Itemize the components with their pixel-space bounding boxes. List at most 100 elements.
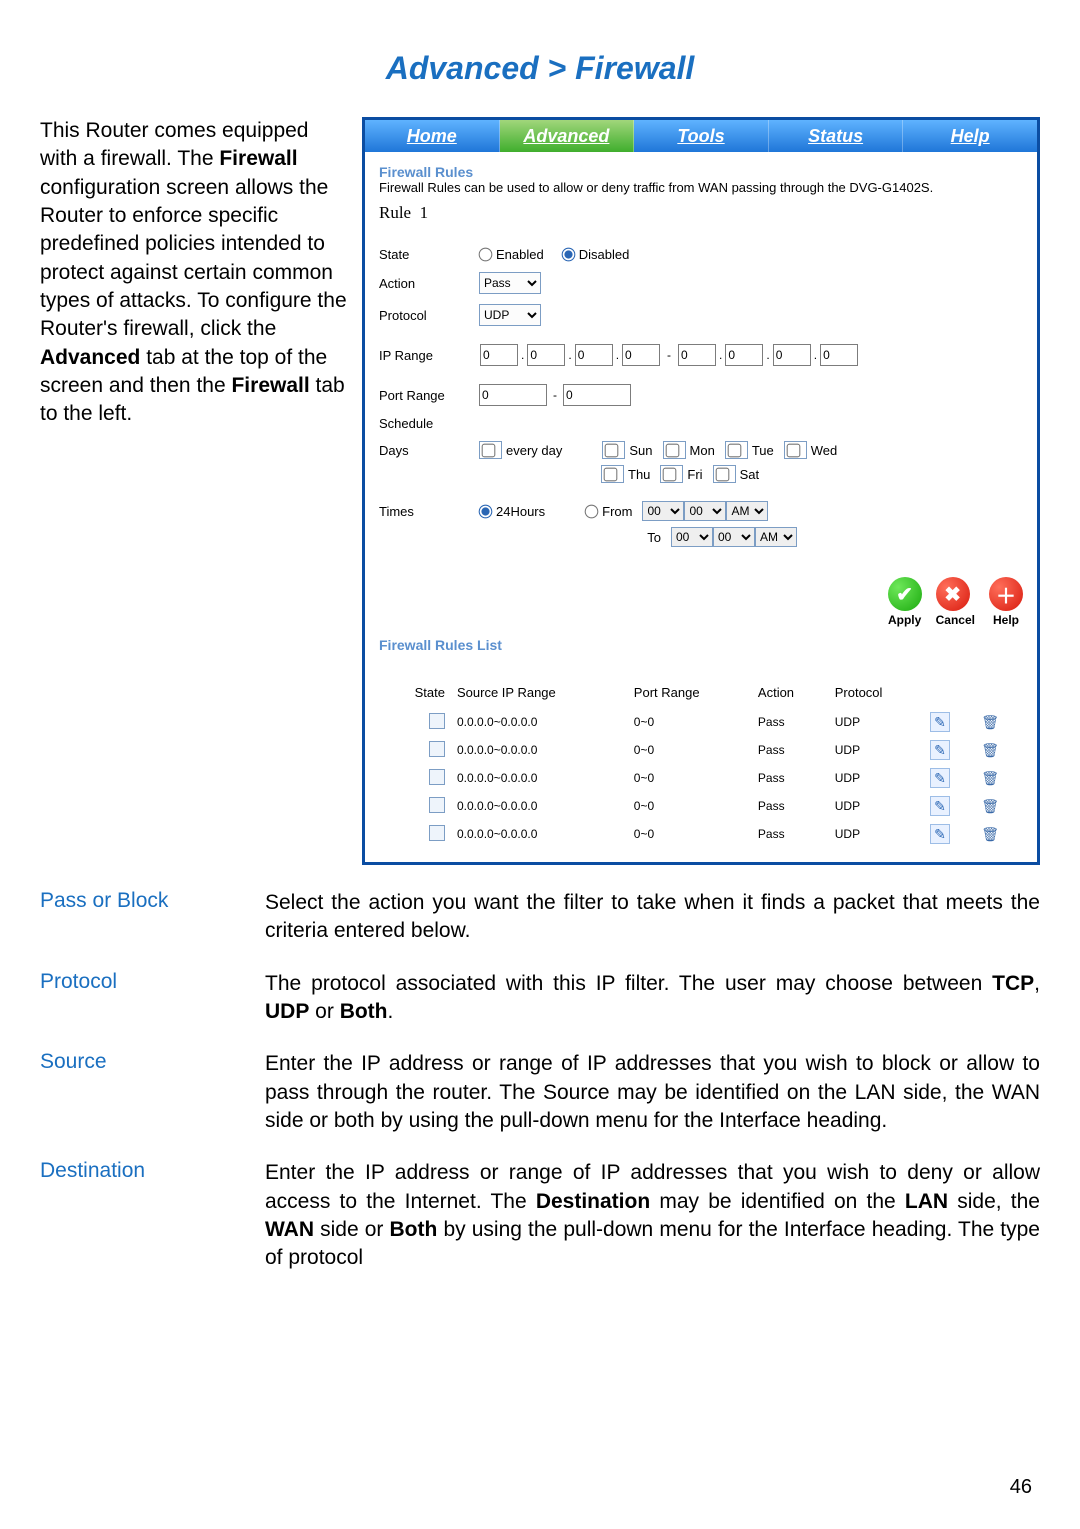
state-label: State bbox=[379, 247, 479, 262]
ip-range-label: IP Range bbox=[379, 348, 479, 363]
rule-label-row: Rule 1 bbox=[379, 203, 1023, 223]
apply-button[interactable]: ✔ Apply bbox=[888, 577, 922, 627]
intro-text: This Router comes equipped with a firewa… bbox=[40, 117, 350, 429]
ip-a4[interactable] bbox=[622, 344, 660, 366]
state-enabled-radio[interactable] bbox=[479, 248, 493, 262]
cancel-button[interactable]: ✖ Cancel bbox=[936, 577, 975, 627]
rules-list-heading: Firewall Rules List bbox=[379, 637, 1023, 653]
term-pass: Pass or Block bbox=[40, 889, 265, 946]
day-fri: Fri bbox=[687, 467, 702, 482]
page-number: 46 bbox=[1010, 1476, 1032, 1499]
row-ip: 0.0.0.0~0.0.0.0 bbox=[451, 736, 628, 764]
times-24h-radio[interactable] bbox=[479, 504, 493, 518]
page-title: Advanced > Firewall bbox=[40, 50, 1040, 87]
col-action: Action bbox=[752, 681, 829, 708]
row-state-checkbox[interactable] bbox=[429, 825, 445, 841]
ip-b1[interactable] bbox=[678, 344, 716, 366]
day-sat-checkbox[interactable] bbox=[715, 467, 729, 481]
col-state: State bbox=[379, 681, 451, 708]
row-action: Pass bbox=[752, 820, 829, 848]
help-button[interactable]: ＋ Help bbox=[989, 577, 1023, 627]
row-port: 0~0 bbox=[628, 708, 752, 736]
body-pass: Select the action you want the filter to… bbox=[265, 889, 1040, 946]
trash-icon[interactable]: 🗑 bbox=[981, 769, 999, 787]
day-thu-checkbox[interactable] bbox=[604, 467, 618, 481]
from-mm[interactable]: 00 bbox=[684, 501, 726, 521]
times-to-text: To bbox=[617, 530, 661, 545]
day-mon-checkbox[interactable] bbox=[665, 443, 679, 457]
ip-a3[interactable] bbox=[575, 344, 613, 366]
ip-a2[interactable] bbox=[527, 344, 565, 366]
protocol-select[interactable]: UDP bbox=[479, 304, 541, 326]
firewall-rules-desc: Firewall Rules can be used to allow or d… bbox=[379, 180, 1023, 195]
edit-icon[interactable]: ✎ bbox=[930, 740, 950, 760]
edit-icon[interactable]: ✎ bbox=[930, 824, 950, 844]
action-select[interactable]: Pass bbox=[479, 272, 541, 294]
tab-home[interactable]: Home bbox=[365, 120, 500, 152]
edit-icon[interactable]: ✎ bbox=[930, 796, 950, 816]
tab-help[interactable]: Help bbox=[903, 120, 1037, 152]
ip-b3[interactable] bbox=[773, 344, 811, 366]
intro-bold: Firewall bbox=[219, 147, 297, 170]
times-24h-option[interactable]: 24Hours bbox=[479, 504, 545, 519]
term-protocol: Protocol bbox=[40, 970, 265, 1027]
action-label: Action bbox=[379, 276, 479, 291]
day-fri-checkbox[interactable] bbox=[663, 467, 677, 481]
trash-icon[interactable]: 🗑 bbox=[981, 797, 999, 815]
edit-icon[interactable]: ✎ bbox=[930, 768, 950, 788]
protocol-label: Protocol bbox=[379, 308, 479, 323]
tab-status[interactable]: Status bbox=[769, 120, 904, 152]
body-destination: Enter the IP address or range of IP addr… bbox=[265, 1159, 1040, 1272]
port-from[interactable] bbox=[479, 384, 547, 406]
firewall-rules-heading: Firewall Rules bbox=[379, 164, 1023, 180]
ip-b4[interactable] bbox=[820, 344, 858, 366]
row-action: Pass bbox=[752, 764, 829, 792]
body-protocol: The protocol associated with this IP fil… bbox=[265, 970, 1040, 1027]
to-ap[interactable]: AM bbox=[755, 527, 797, 547]
rule-label: Rule bbox=[379, 203, 411, 222]
edit-icon[interactable]: ✎ bbox=[930, 712, 950, 732]
row-proto: UDP bbox=[829, 708, 924, 736]
day-sun-checkbox[interactable] bbox=[605, 443, 619, 457]
row-port: 0~0 bbox=[628, 736, 752, 764]
row-proto: UDP bbox=[829, 820, 924, 848]
row-port: 0~0 bbox=[628, 820, 752, 848]
row-state-checkbox[interactable] bbox=[429, 741, 445, 757]
state-disabled-option[interactable]: Disabled bbox=[562, 247, 630, 262]
times-from-radio[interactable] bbox=[585, 504, 599, 518]
ip-a1[interactable] bbox=[480, 344, 518, 366]
trash-icon[interactable]: 🗑 bbox=[981, 825, 999, 843]
tab-advanced[interactable]: Advanced bbox=[500, 120, 635, 152]
row-state-checkbox[interactable] bbox=[429, 713, 445, 729]
state-enabled-option[interactable]: Enabled bbox=[479, 247, 544, 262]
ip-b2[interactable] bbox=[725, 344, 763, 366]
times-label: Times bbox=[379, 504, 479, 519]
col-ip: Source IP Range bbox=[451, 681, 628, 708]
day-tue-checkbox[interactable] bbox=[727, 443, 741, 457]
times-from-text: From bbox=[602, 504, 632, 519]
times-from-option[interactable]: From bbox=[585, 504, 632, 519]
intro-part: configuration screen allows the Router t… bbox=[40, 176, 347, 341]
router-panel: Home Advanced Tools Status Help Firewall… bbox=[362, 117, 1040, 865]
to-mm[interactable]: 00 bbox=[713, 527, 755, 547]
row-state-checkbox[interactable] bbox=[429, 769, 445, 785]
trash-icon[interactable]: 🗑 bbox=[981, 713, 999, 731]
term-destination: Destination bbox=[40, 1159, 265, 1272]
everyday-checkbox[interactable] bbox=[482, 443, 496, 457]
port-to[interactable] bbox=[563, 384, 631, 406]
days-label: Days bbox=[379, 443, 479, 458]
router-tabs: Home Advanced Tools Status Help bbox=[365, 120, 1037, 152]
tab-tools[interactable]: Tools bbox=[634, 120, 769, 152]
table-row: 0.0.0.0~0.0.0.00~0PassUDP✎🗑 bbox=[379, 708, 1023, 736]
state-disabled-radio[interactable] bbox=[561, 248, 575, 262]
row-proto: UDP bbox=[829, 792, 924, 820]
trash-icon[interactable]: 🗑 bbox=[981, 741, 999, 759]
x-icon: ✖ bbox=[936, 577, 970, 611]
from-ap[interactable]: AM bbox=[726, 501, 768, 521]
times-24h-text: 24Hours bbox=[496, 504, 545, 519]
day-wed-checkbox[interactable] bbox=[786, 443, 800, 457]
from-hh[interactable]: 00 bbox=[642, 501, 684, 521]
to-hh[interactable]: 00 bbox=[671, 527, 713, 547]
everyday-text: every day bbox=[506, 443, 562, 458]
row-state-checkbox[interactable] bbox=[429, 797, 445, 813]
